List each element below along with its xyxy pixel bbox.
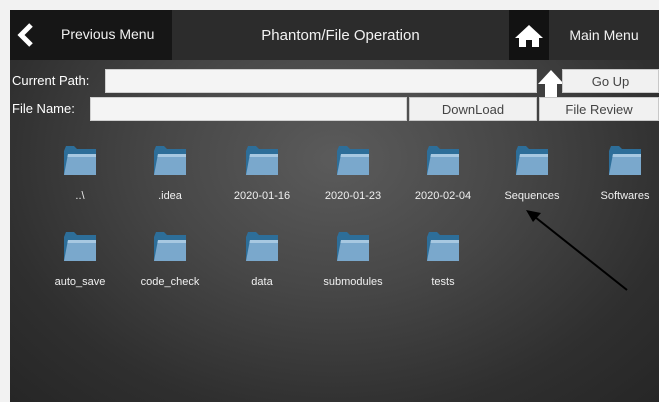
folder-name: tests	[431, 276, 455, 288]
download-button[interactable]: DownLoad	[409, 97, 537, 121]
folder-name: Softwares	[600, 190, 650, 202]
folder-item[interactable]: auto_save	[40, 232, 120, 296]
file-review-button[interactable]: File Review	[539, 97, 659, 121]
folder-item[interactable]: Softwares	[585, 146, 659, 210]
folder-name: data	[251, 276, 273, 288]
folder-item[interactable]: ..\	[40, 146, 120, 210]
folder-icon	[154, 146, 186, 175]
folder-icon	[64, 146, 96, 175]
folder-icon	[337, 146, 369, 175]
folder-name: ..\	[75, 190, 85, 202]
current-path-input[interactable]	[105, 69, 537, 93]
folder-item[interactable]: tests	[403, 232, 483, 296]
folder-name: 2020-01-16	[233, 190, 291, 202]
main-menu-button[interactable]: Main Menu	[549, 10, 659, 60]
folder-icon	[427, 146, 459, 175]
folder-name: 2020-01-23	[324, 190, 382, 202]
folder-icon	[516, 146, 548, 175]
go-up-button[interactable]: Go Up	[562, 69, 659, 93]
file-operation-window: Previous Menu Phantom/File Operation Mai…	[10, 10, 659, 402]
folder-name: auto_save	[54, 276, 106, 288]
file-name-input[interactable]	[90, 97, 407, 121]
previous-menu-button[interactable]: Previous Menu	[10, 10, 172, 60]
folder-name: submodules	[323, 276, 383, 288]
folder-item[interactable]: data	[222, 232, 302, 296]
previous-menu-label: Previous Menu	[61, 26, 155, 42]
home-icon	[515, 25, 543, 47]
chevron-left-icon	[17, 23, 33, 47]
folder-name: code_check	[140, 276, 200, 288]
folder-item[interactable]: 2020-02-04	[403, 146, 483, 210]
folder-icon	[246, 146, 278, 175]
page-title: Phantom/File Operation	[261, 26, 420, 44]
folder-name: Sequences	[504, 190, 560, 202]
folder-item[interactable]: code_check	[130, 232, 210, 296]
folder-icon	[246, 232, 278, 261]
top-bar: Previous Menu Phantom/File Operation Mai…	[10, 10, 659, 60]
folder-item[interactable]: Sequences	[492, 146, 572, 210]
folder-icon	[154, 232, 186, 261]
folder-icon	[337, 232, 369, 261]
folder-item[interactable]: submodules	[313, 232, 393, 296]
file-name-label: File Name:	[12, 101, 75, 116]
folder-item[interactable]: 2020-01-16	[222, 146, 302, 210]
folder-name: .idea	[158, 190, 182, 202]
folder-icon	[64, 232, 96, 261]
folder-icon	[427, 232, 459, 261]
folder-item[interactable]: 2020-01-23	[313, 146, 393, 210]
folder-name: 2020-02-04	[414, 190, 472, 202]
folder-icon	[609, 146, 641, 175]
home-button[interactable]	[509, 10, 549, 60]
folder-item[interactable]: .idea	[130, 146, 210, 210]
current-path-label: Current Path:	[12, 73, 90, 88]
